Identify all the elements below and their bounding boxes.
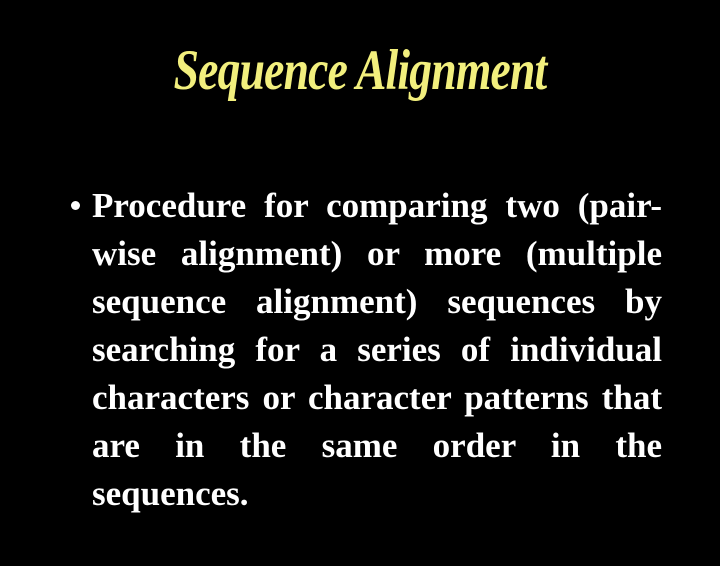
slide-body: Procedure for comparing two (pair-wise a…: [68, 182, 662, 566]
round-bullet-icon: [71, 201, 80, 210]
bullet-list-item: Procedure for comparing two (pair-wise a…: [68, 182, 662, 566]
bullet-item-text: Procedure for comparing two (pair-wise a…: [92, 186, 662, 513]
presentation-slide: Sequence Alignment Procedure for compari…: [0, 0, 720, 540]
slide-title: Sequence Alignment: [173, 39, 548, 102]
